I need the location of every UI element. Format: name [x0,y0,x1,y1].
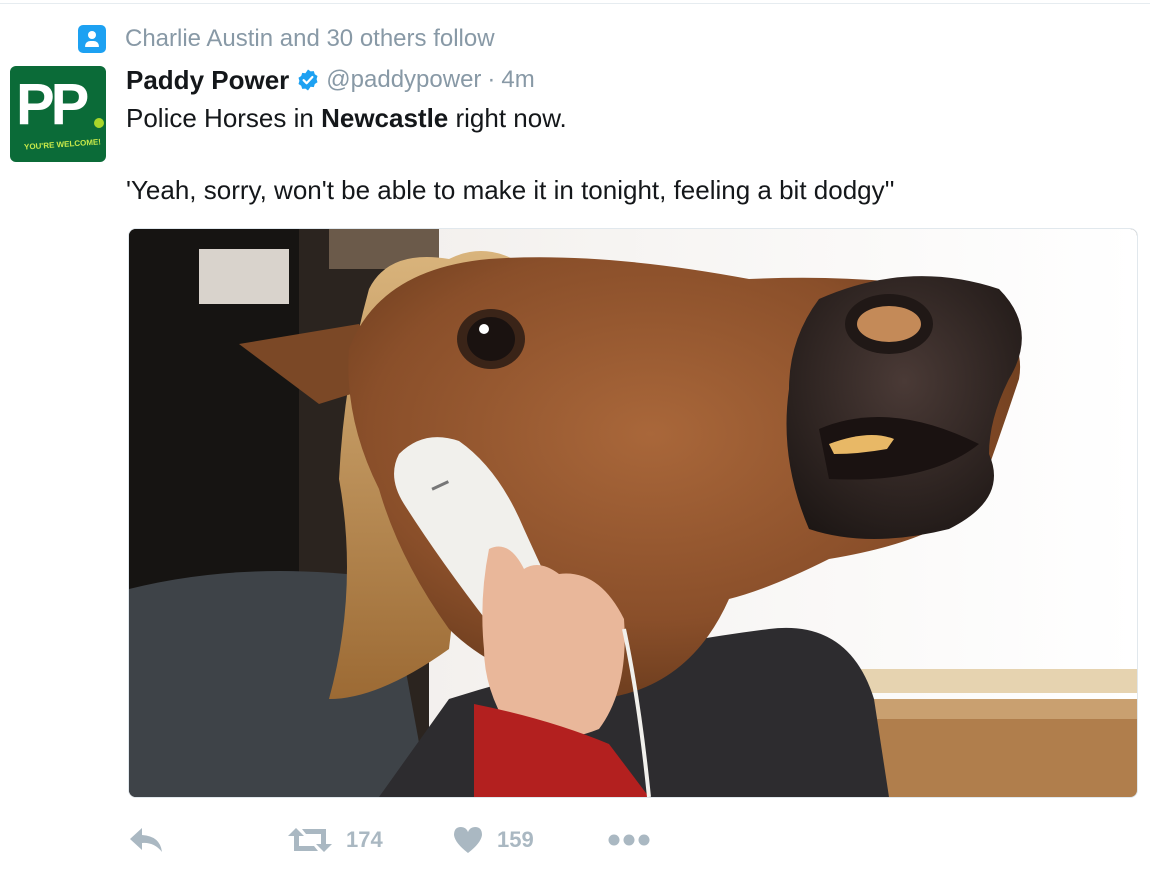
horse-mask-photo-illustration [129,229,1137,797]
retweet-button[interactable]: 174 [288,822,383,858]
tweet-timestamp[interactable]: 4m [501,66,534,94]
reply-icon [130,828,162,852]
top-divider [0,3,1150,4]
tweet-text-line-2: 'Yeah, sorry, won't be able to make it i… [126,175,895,205]
like-count: 159 [497,827,534,852]
tweet-photo[interactable] [128,228,1138,798]
retweet-count: 174 [346,827,383,852]
tweet-actions: 174 159 [128,822,688,858]
reply-button[interactable] [128,822,164,858]
user-handle[interactable]: @paddypower [326,66,481,94]
verified-badge-icon [298,69,318,91]
header-separator: · [487,66,496,93]
person-icon [78,25,106,53]
retweet-icon [288,828,332,852]
more-button[interactable] [608,822,650,858]
display-name[interactable]: Paddy Power [126,65,289,96]
social-context-text[interactable]: Charlie Austin and 30 others follow [125,25,495,53]
tweet-text-bold: Newcastle [321,103,449,133]
social-context: Charlie Austin and 30 others follow [78,24,495,54]
avatar-tagline: YOU'RE WELCOME! [23,137,102,152]
tweet-header: Paddy Power @paddypower · 4m [126,63,535,97]
heart-icon [454,827,482,853]
like-button[interactable]: 159 [453,822,534,858]
tweet-text: Police Horses in Newcastle right now. 'Y… [126,100,1126,208]
avatar[interactable]: PP YOU'RE WELCOME! [10,66,106,162]
avatar-dot [94,118,104,128]
avatar-logo: PP [16,72,89,137]
tweet-text-line-1: Police Horses in Newcastle right now. [126,103,567,133]
more-dots-icon [608,834,650,846]
